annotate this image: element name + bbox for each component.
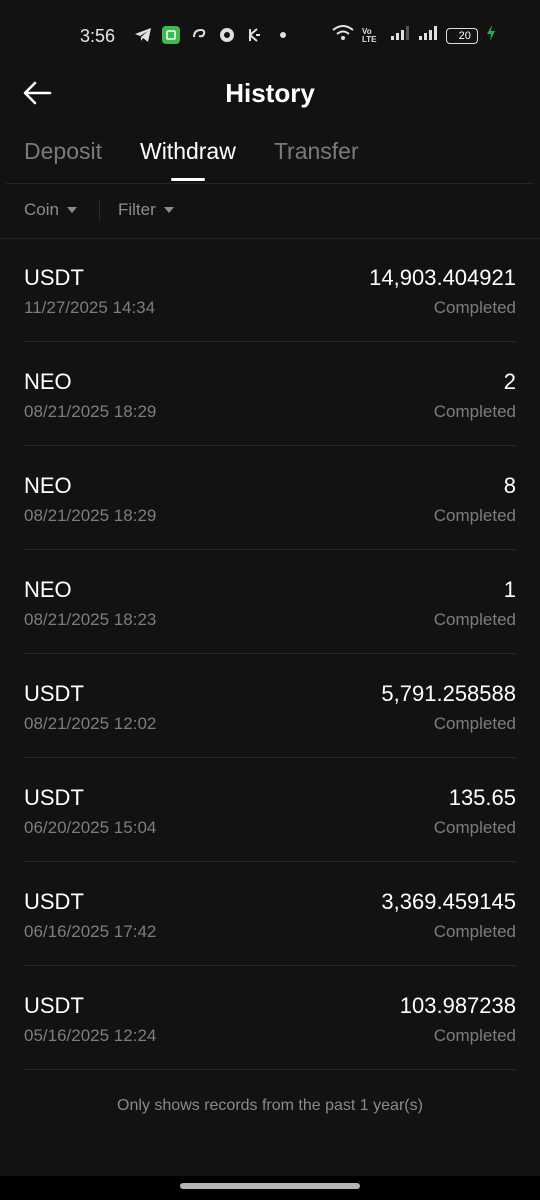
record-amount: 3,369.459145 [381, 889, 516, 914]
caret-down-icon [163, 207, 174, 213]
system-nav-bar [0, 1176, 540, 1200]
record-coin: USDT [24, 681, 84, 706]
record-date: 08/21/2025 18:29 [24, 506, 157, 525]
record-coin: NEO [24, 577, 72, 602]
record-amount: 135.65 [448, 785, 516, 810]
record-amount: 1 [503, 577, 516, 602]
status-bar: 3:56 Vo LTE 20 [0, 0, 540, 72]
record-status: Completed [433, 506, 516, 525]
record-coin: NEO [24, 473, 72, 498]
page-title: History [225, 78, 315, 108]
signal-icon-2 [418, 25, 438, 46]
gear-badge-icon [218, 26, 236, 44]
volte-icon: Vo LTE [362, 26, 377, 44]
app-icon [162, 26, 180, 44]
record-row[interactable]: USDT 11/27/2025 14:34 14,903.404921 Comp… [24, 238, 516, 342]
wifi-icon [332, 25, 354, 46]
record-status: Completed [433, 610, 516, 629]
record-date: 05/16/2025 12:24 [24, 1026, 157, 1045]
filter-dropdown[interactable]: Filter [118, 200, 174, 220]
caret-down-icon [66, 207, 77, 213]
divider [6, 183, 534, 184]
record-row[interactable]: USDT 06/16/2025 17:42 3,369.459145 Compl… [24, 862, 516, 966]
record-status: Completed [433, 298, 516, 317]
record-date: 08/21/2025 12:02 [24, 714, 157, 733]
record-row[interactable]: USDT 05/16/2025 12:24 103.987238 Complet… [24, 966, 516, 1070]
tab-withdraw[interactable]: Withdraw [140, 138, 236, 179]
record-date: 06/16/2025 17:42 [24, 922, 157, 941]
record-status: Completed [433, 922, 516, 941]
record-date: 08/21/2025 18:29 [24, 402, 157, 421]
records-footer-note: Only shows records from the past 1 year(… [117, 1097, 423, 1114]
record-row[interactable]: NEO 08/21/2025 18:29 8 Completed [24, 446, 516, 550]
battery-icon: 20 [446, 27, 478, 44]
coin-filter-dropdown[interactable]: Coin [24, 200, 77, 220]
signal-icon [390, 25, 410, 46]
coin-filter-label: Coin [24, 200, 59, 219]
notification-icons [134, 26, 292, 44]
divider [98, 200, 100, 220]
record-date: 06/20/2025 15:04 [24, 818, 157, 837]
record-status: Completed [433, 1026, 516, 1045]
system-icons: Vo LTE 20 [332, 25, 496, 46]
dot-icon [274, 26, 292, 44]
record-coin: USDT [24, 993, 84, 1018]
record-status: Completed [433, 714, 516, 733]
filter-label: Filter [117, 200, 156, 219]
swirl-icon [190, 26, 208, 44]
record-amount: 8 [503, 473, 516, 498]
charging-icon [486, 25, 496, 46]
home-indicator[interactable] [180, 1183, 360, 1189]
record-amount: 103.987238 [399, 993, 516, 1018]
record-coin: NEO [24, 369, 72, 394]
record-row[interactable]: NEO 08/21/2025 18:29 2 Completed [24, 342, 516, 446]
filter-bar: Coin Filter [24, 200, 174, 220]
record-date: 08/21/2025 18:23 [24, 610, 157, 629]
kucoin-icon [246, 26, 264, 44]
telegram-icon [134, 26, 152, 44]
withdraw-records-list: USDT 11/27/2025 14:34 14,903.404921 Comp… [24, 238, 516, 1070]
record-date: 11/27/2025 14:34 [24, 298, 156, 317]
record-coin: USDT [24, 265, 84, 290]
record-coin: USDT [24, 889, 84, 914]
record-status: Completed [433, 402, 516, 421]
record-amount: 2 [503, 369, 516, 394]
record-row[interactable]: NEO 08/21/2025 18:23 1 Completed [24, 550, 516, 654]
record-row[interactable]: USDT 08/21/2025 12:02 5,791.258588 Compl… [24, 654, 516, 758]
tab-deposit[interactable]: Deposit [24, 138, 102, 179]
history-tabs: Deposit Withdraw Transfer [24, 138, 359, 179]
record-amount: 5,791.258588 [381, 681, 516, 706]
tab-transfer[interactable]: Transfer [274, 138, 359, 179]
record-row[interactable]: USDT 06/20/2025 15:04 135.65 Completed [24, 758, 516, 862]
record-status: Completed [433, 818, 516, 837]
record-coin: USDT [24, 785, 84, 810]
battery-label: 20 [458, 29, 471, 42]
record-amount: 14,903.404921 [369, 265, 516, 290]
status-time: 3:56 [80, 26, 116, 46]
header: History [0, 72, 540, 116]
